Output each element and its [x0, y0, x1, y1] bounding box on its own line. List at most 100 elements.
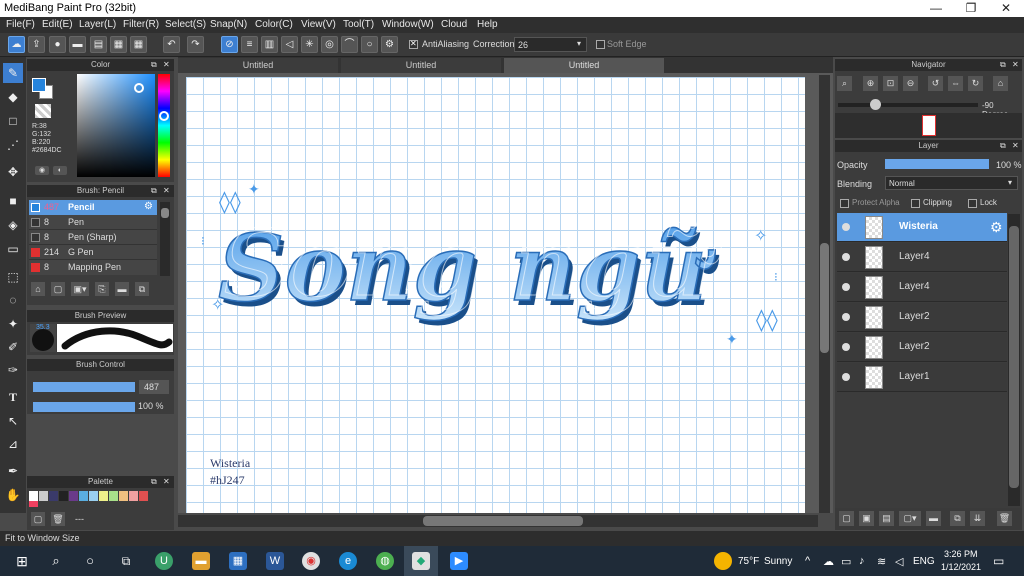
tab-untitled-3[interactable]: Untitled	[504, 58, 664, 73]
visibility-icon[interactable]	[842, 343, 850, 351]
brush-folder-icon[interactable]: ▬	[115, 282, 129, 296]
palette-swatch[interactable]	[89, 491, 98, 501]
dot-tool-icon[interactable]: ⋰	[3, 135, 23, 155]
snap-settings-icon[interactable]: ⚙	[381, 36, 398, 53]
text-tool-icon[interactable]: T	[3, 387, 23, 407]
brush-add-icon[interactable]: ▣▾	[71, 282, 89, 296]
gear-icon[interactable]: ⚙	[144, 201, 153, 212]
scrollbar-thumb[interactable]	[423, 516, 583, 526]
visibility-icon[interactable]	[842, 253, 850, 261]
magic-wand-tool-icon[interactable]: ✦	[3, 314, 23, 334]
eyedropper-tool-icon[interactable]: ⊿	[3, 434, 23, 454]
chevron-up-icon[interactable]: ^	[805, 555, 810, 567]
lock-checkbox[interactable]	[968, 199, 977, 208]
word-icon[interactable]: W	[266, 552, 284, 570]
undo-icon[interactable]: ↶	[163, 36, 180, 53]
drawing-canvas[interactable]: Song ngữ Song ngữ Song ngữ ◊◊ ◊◊ ✦ ✧ ✧ ✦…	[186, 77, 805, 513]
palette-swatch[interactable]	[29, 501, 38, 507]
snap-ring-icon[interactable]: ○	[361, 36, 378, 53]
palette-swatch[interactable]	[69, 491, 78, 501]
palette-swatch[interactable]	[129, 491, 138, 501]
edge-icon[interactable]: e	[339, 552, 357, 570]
merge-layer-icon[interactable]: ⇊	[970, 511, 985, 526]
pen-tool-icon[interactable]: ✎	[3, 63, 23, 83]
wifi-icon[interactable]: ≋	[877, 555, 886, 568]
brush-item[interactable]: 8 Mapping Pen	[29, 260, 157, 275]
grid-icon[interactable]: ▦	[130, 36, 147, 53]
fit-window-icon[interactable]: ⊡	[883, 76, 898, 91]
close-button[interactable]: ✕	[989, 0, 1023, 17]
fill-rect-tool-icon[interactable]: ■	[3, 191, 23, 211]
pen-alt-tool-icon[interactable]: ✒	[3, 461, 23, 481]
scrollbar-thumb[interactable]	[1009, 226, 1019, 488]
add-layer-menu-icon[interactable]: ▢▾	[899, 511, 921, 526]
maximize-button[interactable]: ❐	[954, 0, 988, 17]
layer-row[interactable]: Layer2	[837, 333, 1007, 362]
tab-untitled-1[interactable]: Untitled	[178, 58, 338, 73]
protect-alpha-checkbox[interactable]	[840, 199, 849, 208]
volume-icon[interactable]: ◁	[895, 555, 903, 568]
visibility-icon[interactable]	[842, 313, 850, 321]
clipping-checkbox[interactable]	[911, 199, 920, 208]
snap-circle-icon[interactable]: ◎	[321, 36, 338, 53]
menu-file[interactable]: File(F)	[6, 19, 35, 30]
slider-handle[interactable]	[870, 99, 881, 110]
taskbar-active-app[interactable]: ◆	[404, 546, 438, 576]
zoom-in-icon[interactable]: ⊕	[863, 76, 878, 91]
select-tool-icon[interactable]: ⬚	[3, 267, 23, 287]
layer-row[interactable]: Wisteria ⚙	[837, 213, 1007, 242]
menu-view[interactable]: View(V)	[301, 19, 336, 30]
rotate-left-icon[interactable]: ↺	[928, 76, 943, 91]
palette-swatch[interactable]	[29, 491, 38, 501]
palette-swatch[interactable]	[119, 491, 128, 501]
select-pen-tool-icon[interactable]: ✐	[3, 337, 23, 357]
folder-icon[interactable]: ▬	[926, 511, 941, 526]
snap-curve-icon[interactable]: ⌒	[341, 36, 358, 53]
operation-tool-icon[interactable]: ↖	[3, 411, 23, 431]
undock-icon[interactable]: ⧉	[1000, 59, 1006, 71]
brush-copy-icon[interactable]: ⎘	[95, 282, 109, 296]
brush-list-scrollbar[interactable]	[160, 202, 170, 276]
saturation-value-picker[interactable]	[77, 74, 155, 177]
navigator-viewport[interactable]	[922, 115, 936, 136]
redo-icon[interactable]: ↷	[187, 36, 204, 53]
clock-time[interactable]: 3:26 PM	[944, 549, 978, 559]
horizontal-scrollbar[interactable]	[178, 515, 818, 527]
file-explorer-icon[interactable]: ▬	[192, 552, 210, 570]
input-language[interactable]: ENG	[913, 556, 935, 567]
menu-cloud[interactable]: Cloud	[441, 19, 467, 30]
snap-radial-icon[interactable]: ✳	[301, 36, 318, 53]
move-tool-icon[interactable]: ✥	[3, 162, 23, 182]
visibility-icon[interactable]	[842, 223, 850, 231]
undock-icon[interactable]: ⧉	[151, 59, 157, 71]
snap-perspective-icon[interactable]: ◁	[281, 36, 298, 53]
duplicate-layer-icon[interactable]: ⧉	[950, 511, 965, 526]
blending-select[interactable]: Normal ▾	[885, 176, 1018, 190]
rotation-slider[interactable]	[838, 99, 978, 110]
menu-select[interactable]: Select(S)	[165, 19, 206, 30]
scrollbar-thumb[interactable]	[161, 208, 169, 218]
windows-start-icon[interactable]: ⊞	[13, 552, 31, 570]
brush-item[interactable]: 487 Pencil ⚙	[29, 200, 157, 215]
layer-opacity-slider[interactable]	[885, 159, 989, 169]
task-view-icon[interactable]: ⧉	[117, 552, 135, 570]
palette-swatch[interactable]	[79, 491, 88, 501]
close-icon[interactable]: ✕	[163, 59, 170, 71]
gradient-tool-icon[interactable]: ▭	[3, 239, 23, 259]
transparent-swatch[interactable]	[35, 104, 51, 118]
new-layer-1bit-icon[interactable]: ▤	[879, 511, 894, 526]
zoom-app-icon[interactable]: ▶	[450, 552, 468, 570]
new-layer-8bit-icon[interactable]: ▣	[859, 511, 874, 526]
undock-icon[interactable]: ⧉	[151, 185, 157, 197]
scrollbar-thumb[interactable]	[820, 243, 829, 353]
undock-icon[interactable]: ⧉	[151, 476, 157, 488]
menu-help[interactable]: Help	[477, 19, 498, 30]
minimize-button[interactable]: —	[919, 0, 953, 17]
undock-icon[interactable]: ⧉	[1000, 140, 1006, 152]
rotate-right-icon[interactable]: ↻	[968, 76, 983, 91]
reset-view-icon[interactable]: ⌂	[993, 76, 1008, 91]
visibility-icon[interactable]	[842, 283, 850, 291]
vertical-scrollbar[interactable]	[819, 75, 830, 513]
zoom-out-icon[interactable]: ⊖	[903, 76, 918, 91]
trash-icon[interactable]: 🗑	[997, 511, 1012, 526]
